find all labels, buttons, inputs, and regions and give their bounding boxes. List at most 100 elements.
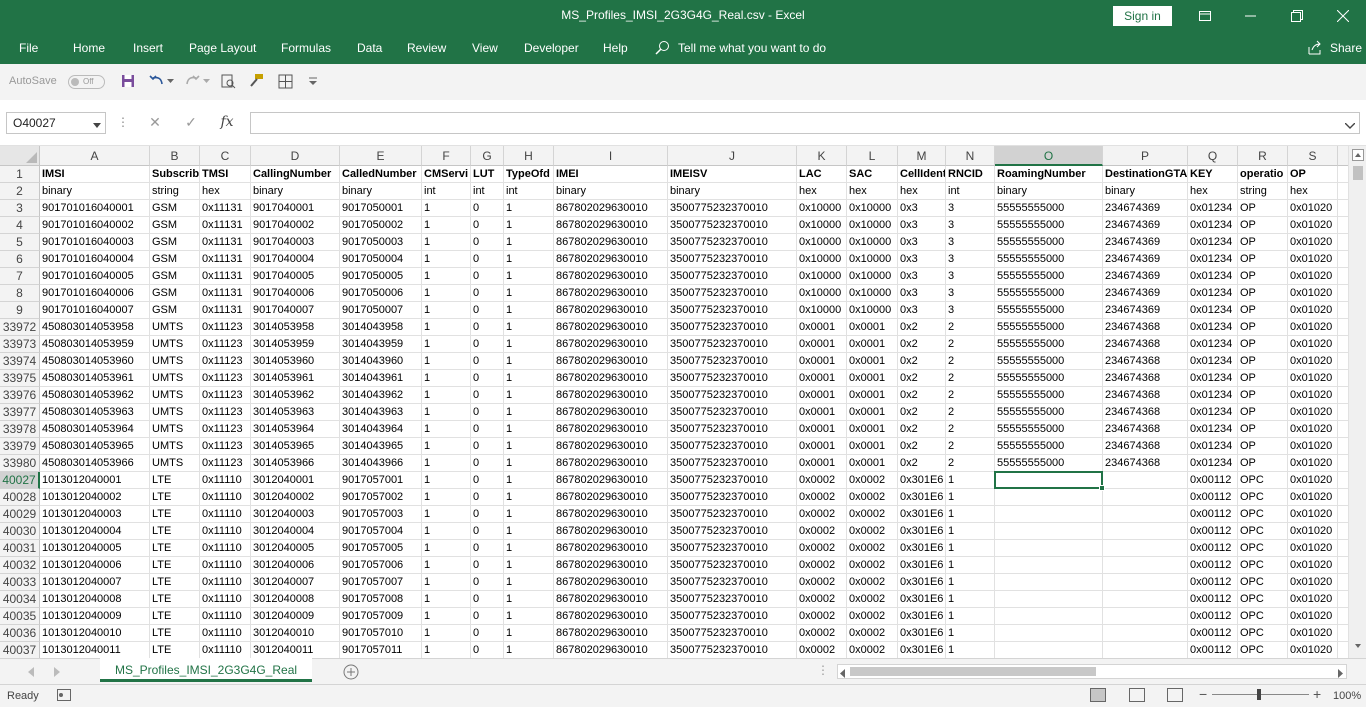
cell[interactable]: 0x11110 bbox=[200, 540, 251, 557]
cell[interactable]: 0x2 bbox=[898, 336, 946, 353]
cell[interactable]: 1 bbox=[422, 370, 471, 387]
column-header-o[interactable]: O bbox=[995, 146, 1103, 166]
cell[interactable]: 0x0002 bbox=[797, 506, 847, 523]
cell[interactable]: 867802029630010 bbox=[554, 625, 668, 642]
cell[interactable]: OP bbox=[1238, 251, 1288, 268]
cell[interactable]: 867802029630010 bbox=[554, 268, 668, 285]
scroll-up-icon[interactable] bbox=[1352, 149, 1364, 164]
column-header-p[interactable]: P bbox=[1103, 146, 1188, 166]
cell[interactable]: GSM bbox=[150, 234, 200, 251]
cell[interactable]: GSM bbox=[150, 251, 200, 268]
vertical-scroll-thumb[interactable] bbox=[1353, 166, 1363, 180]
cell[interactable]: 0x00112 bbox=[1188, 472, 1238, 489]
cell[interactable]: OP bbox=[1238, 353, 1288, 370]
column-header-f[interactable]: F bbox=[422, 146, 471, 166]
cell[interactable]: 3500775232370010 bbox=[668, 557, 797, 574]
cell[interactable]: 0 bbox=[471, 404, 504, 421]
cell[interactable]: 55555555000 bbox=[995, 319, 1103, 336]
zoom-level[interactable]: 100% bbox=[1333, 690, 1361, 702]
cell[interactable]: 0x301E6 bbox=[898, 591, 946, 608]
row-header[interactable]: 33972 bbox=[0, 319, 40, 336]
cell[interactable]: 0x0001 bbox=[847, 370, 898, 387]
cell[interactable]: 0 bbox=[471, 523, 504, 540]
cell[interactable]: 3012040001 bbox=[251, 472, 340, 489]
cell[interactable]: 867802029630010 bbox=[554, 370, 668, 387]
cell[interactable]: UMTS bbox=[150, 353, 200, 370]
cell[interactable]: UMTS bbox=[150, 455, 200, 472]
next-sheet-icon[interactable] bbox=[54, 666, 62, 680]
borders-icon[interactable] bbox=[276, 72, 294, 90]
cell[interactable]: 3012040008 bbox=[251, 591, 340, 608]
cell[interactable]: 3014043964 bbox=[340, 421, 422, 438]
cell-partial[interactable] bbox=[1338, 455, 1348, 472]
column-header-b[interactable]: B bbox=[150, 146, 200, 166]
new-sheet-icon[interactable] bbox=[343, 664, 359, 683]
cell-partial[interactable] bbox=[1338, 404, 1348, 421]
cell[interactable]: 0x01020 bbox=[1288, 574, 1338, 591]
cell[interactable]: 0x01020 bbox=[1288, 370, 1338, 387]
cell[interactable]: 0x00112 bbox=[1188, 489, 1238, 506]
cell[interactable]: OPC bbox=[1238, 574, 1288, 591]
cell[interactable]: binary bbox=[40, 183, 150, 200]
cell[interactable]: 0x11110 bbox=[200, 557, 251, 574]
cell[interactable]: 0 bbox=[471, 251, 504, 268]
cell[interactable]: 2 bbox=[946, 336, 995, 353]
cell[interactable]: 2 bbox=[946, 455, 995, 472]
cell[interactable]: 1 bbox=[422, 557, 471, 574]
cell[interactable]: 0x01234 bbox=[1188, 404, 1238, 421]
cell-partial[interactable] bbox=[1338, 421, 1348, 438]
cell[interactable]: 1 bbox=[422, 540, 471, 557]
cell[interactable]: 3 bbox=[946, 234, 995, 251]
cell[interactable]: 0x01020 bbox=[1288, 285, 1338, 302]
cell[interactable]: 234674368 bbox=[1103, 387, 1188, 404]
cell[interactable]: 9017050007 bbox=[340, 302, 422, 319]
cell[interactable]: 3 bbox=[946, 251, 995, 268]
cell[interactable]: OPC bbox=[1238, 506, 1288, 523]
cell[interactable]: UMTS bbox=[150, 387, 200, 404]
cell-partial[interactable] bbox=[1338, 387, 1348, 404]
cell[interactable]: 0 bbox=[471, 506, 504, 523]
cell[interactable]: 0x0002 bbox=[847, 489, 898, 506]
prev-sheet-icon[interactable] bbox=[28, 666, 36, 680]
cell[interactable]: 0x10000 bbox=[797, 268, 847, 285]
cell[interactable]: 0x01020 bbox=[1288, 319, 1338, 336]
cell[interactable]: 3500775232370010 bbox=[668, 302, 797, 319]
cell[interactable]: 0x0001 bbox=[797, 455, 847, 472]
cell[interactable]: 1 bbox=[504, 608, 554, 625]
cell[interactable]: 1 bbox=[422, 455, 471, 472]
cell[interactable]: 0x01234 bbox=[1188, 302, 1238, 319]
cell[interactable]: OPC bbox=[1238, 625, 1288, 642]
cell[interactable]: GSM bbox=[150, 285, 200, 302]
cell[interactable]: 55555555000 bbox=[995, 455, 1103, 472]
row-header[interactable]: 2 bbox=[0, 183, 40, 200]
cell[interactable]: 3012040005 bbox=[251, 540, 340, 557]
cell[interactable]: 1 bbox=[504, 421, 554, 438]
cell[interactable]: 0x0002 bbox=[797, 642, 847, 658]
cell[interactable]: 9017050001 bbox=[340, 200, 422, 217]
cell[interactable] bbox=[1103, 608, 1188, 625]
cell[interactable]: 867802029630010 bbox=[554, 200, 668, 217]
cell-partial[interactable] bbox=[1338, 370, 1348, 387]
cell[interactable]: OP bbox=[1238, 370, 1288, 387]
cell[interactable]: 0x2 bbox=[898, 438, 946, 455]
cell[interactable]: OPC bbox=[1238, 523, 1288, 540]
cell[interactable]: 1 bbox=[504, 285, 554, 302]
restore-icon[interactable] bbox=[1274, 0, 1320, 32]
cell[interactable]: 0 bbox=[471, 455, 504, 472]
scroll-right-icon[interactable] bbox=[1338, 667, 1344, 681]
cell[interactable]: 1 bbox=[422, 421, 471, 438]
cell[interactable]: 0 bbox=[471, 625, 504, 642]
cell[interactable]: 0x10000 bbox=[847, 285, 898, 302]
cell[interactable]: 0x01020 bbox=[1288, 268, 1338, 285]
cell[interactable]: 3500775232370010 bbox=[668, 625, 797, 642]
tab-insert[interactable]: Insert bbox=[133, 41, 163, 55]
cell[interactable]: 0 bbox=[471, 370, 504, 387]
column-header-g[interactable]: G bbox=[471, 146, 504, 166]
cell[interactable]: 3500775232370010 bbox=[668, 472, 797, 489]
cell[interactable]: 0 bbox=[471, 302, 504, 319]
cell[interactable]: 9017050006 bbox=[340, 285, 422, 302]
cell-partial[interactable] bbox=[1338, 642, 1348, 658]
cell[interactable]: 3500775232370010 bbox=[668, 268, 797, 285]
cell[interactable]: 1 bbox=[422, 319, 471, 336]
tab-splitter-icon[interactable]: ⋮ bbox=[817, 663, 829, 677]
